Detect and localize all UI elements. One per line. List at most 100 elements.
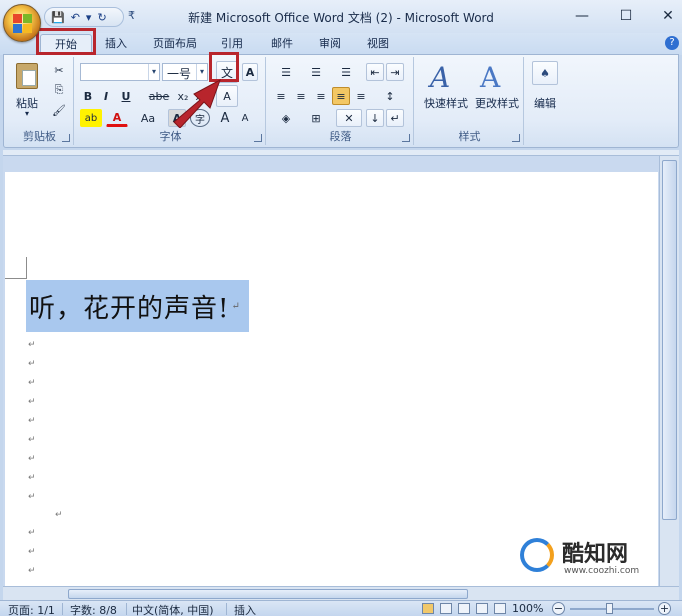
numbering-button[interactable]: ☰ xyxy=(302,63,330,81)
line-spacing-button[interactable]: ↕ xyxy=(376,87,404,105)
document-text: 听，花开的声音! xyxy=(29,293,230,324)
sort-button[interactable]: ↓ xyxy=(366,109,384,127)
page-count[interactable]: 页面: 1/1 xyxy=(8,602,55,616)
styles-group-label: 样式 xyxy=(458,130,481,143)
paragraph-mark: ↵ xyxy=(28,547,36,557)
quick-styles-icon[interactable]: A xyxy=(430,61,450,94)
paste-dropdown-icon[interactable]: ▾ xyxy=(10,109,44,118)
zoom-level[interactable]: 100% xyxy=(512,602,543,615)
paragraph-mark: ↵ xyxy=(28,492,36,502)
bold-button[interactable]: B xyxy=(80,87,96,105)
document-area: 听，花开的声音! ↵ ↵ ↵ ↵ ↵ ↵ ↵ ↵ ↵ ↵ ↵ ↵ ↵ ↵ xyxy=(3,150,679,586)
editing-label[interactable]: 编辑 xyxy=(528,95,562,111)
help-icon[interactable]: ? xyxy=(665,36,679,50)
print-layout-icon[interactable] xyxy=(422,603,434,614)
cut-icon[interactable]: ✂ xyxy=(50,61,68,79)
undo-icon[interactable]: ↶ xyxy=(71,11,80,24)
decrease-indent-button[interactable]: ⇤ xyxy=(366,63,384,81)
tab-review[interactable]: 审阅 xyxy=(314,34,346,55)
paragraph-mark: ↵ xyxy=(28,473,36,483)
document-page[interactable]: 听，花开的声音! ↵ ↵ ↵ ↵ ↵ ↵ ↵ ↵ ↵ ↵ ↵ ↵ ↵ ↵ xyxy=(5,172,658,586)
chinese-layout-button[interactable]: ✕ xyxy=(336,109,362,127)
strikethrough-button[interactable]: abe xyxy=(146,87,172,105)
underline-button[interactable]: U xyxy=(116,87,136,105)
paragraph-mark: ↵ xyxy=(28,435,36,445)
paragraph-launcher-icon[interactable] xyxy=(402,134,410,142)
zoom-in-button[interactable]: + xyxy=(658,602,671,615)
tab-page-layout[interactable]: 页面布局 xyxy=(148,34,202,55)
font-launcher-icon[interactable] xyxy=(254,134,262,142)
paragraph-mark: ↵ xyxy=(28,454,36,464)
vertical-scroll-thumb[interactable] xyxy=(662,160,677,520)
shrink-font-button[interactable]: A xyxy=(236,109,254,127)
bullets-button[interactable]: ☰ xyxy=(272,63,300,81)
highlight-button[interactable]: ab xyxy=(80,109,102,127)
selected-text-line[interactable]: 听，花开的声音! ↵ xyxy=(26,280,249,332)
font-name-dropdown-icon[interactable]: ▾ xyxy=(148,64,159,80)
shading-button[interactable]: ◈ xyxy=(272,109,300,127)
align-left-button[interactable]: ≡ xyxy=(272,87,290,105)
full-screen-reading-icon[interactable] xyxy=(440,603,452,614)
office-logo-icon xyxy=(13,14,33,34)
watermark-url: www.coozhi.com xyxy=(564,566,640,576)
minimize-button[interactable]: — xyxy=(570,6,594,26)
maximize-button[interactable]: ☐ xyxy=(614,6,638,26)
zoom-out-button[interactable]: − xyxy=(552,602,565,615)
tab-insert[interactable]: 插入 xyxy=(100,34,132,55)
justify-button[interactable]: ≡ xyxy=(332,87,350,105)
office-button[interactable] xyxy=(3,4,41,42)
quick-styles-label[interactable]: 快速样式 xyxy=(418,95,474,111)
customize-qat-icon[interactable]: ₹ xyxy=(128,9,135,22)
tab-view[interactable]: 视图 xyxy=(362,34,394,55)
status-bar: 页面: 1/1 字数: 8/8 中文(简体, 中国) 插入 100% − + xyxy=(0,600,682,616)
styles-launcher-icon[interactable] xyxy=(512,134,520,142)
borders-button[interactable]: ⊞ xyxy=(302,109,330,127)
format-painter-icon[interactable]: 🖌 xyxy=(50,101,68,119)
clipboard-launcher-icon[interactable] xyxy=(62,134,70,142)
vertical-scrollbar[interactable] xyxy=(659,156,679,586)
undo-dropdown-icon[interactable]: ▾ xyxy=(86,11,92,24)
styles-group: A 快速样式 A 更改样式 样式 xyxy=(416,57,524,145)
horizontal-scroll-thumb[interactable] xyxy=(68,589,468,599)
save-icon[interactable]: 💾 xyxy=(51,11,65,24)
font-name-combo[interactable]: ▾ xyxy=(80,63,160,81)
copy-icon[interactable]: ⎘ xyxy=(50,81,68,99)
zoom-slider-thumb[interactable] xyxy=(606,603,613,614)
ribbon: 粘贴 ▾ ✂ ⎘ 🖌 剪贴板 ▾ 一号 ▾ 文 A B I U abe x₂ x… xyxy=(3,54,679,148)
web-layout-icon[interactable] xyxy=(458,603,470,614)
outline-view-icon[interactable] xyxy=(476,603,488,614)
font-group-label: 字体 xyxy=(159,130,182,143)
paragraph-mark: ↵ xyxy=(28,397,36,407)
horizontal-scrollbar[interactable] xyxy=(3,586,679,600)
close-button[interactable]: ✕ xyxy=(656,6,680,26)
italic-button[interactable]: I xyxy=(98,87,114,105)
change-styles-icon[interactable]: A xyxy=(480,61,500,94)
character-border-button[interactable]: A xyxy=(242,63,258,81)
change-case-button[interactable]: Aa xyxy=(136,109,160,127)
align-right-button[interactable]: ≡ xyxy=(312,87,330,105)
watermark-logo: 酷知网 www.coozhi.com xyxy=(508,530,678,584)
language-indicator[interactable]: 中文(简体, 中国) xyxy=(132,602,214,616)
paragraph-mark: ↵ xyxy=(28,528,36,538)
show-marks-button[interactable]: ↵ xyxy=(386,109,404,127)
watermark-logo-icon xyxy=(520,538,554,572)
status-separator xyxy=(62,603,63,615)
ribbon-tabs: 开始 插入 页面布局 引用 邮件 审阅 视图 ? xyxy=(0,33,682,55)
increase-indent-button[interactable]: ⇥ xyxy=(386,63,404,81)
word-count[interactable]: 字数: 8/8 xyxy=(70,602,117,616)
redo-icon[interactable]: ↻ xyxy=(97,11,106,24)
distributed-button[interactable]: ≡ xyxy=(352,87,370,105)
font-color-button[interactable]: A xyxy=(106,109,128,127)
ruler xyxy=(3,150,679,156)
paragraph-mark: ↵ xyxy=(28,359,36,369)
draft-view-icon[interactable] xyxy=(494,603,506,614)
align-center-button[interactable]: ≡ xyxy=(292,87,310,105)
find-icon[interactable]: ♠ xyxy=(532,61,558,85)
tab-mailings[interactable]: 邮件 xyxy=(266,34,298,55)
multilevel-list-button[interactable]: ☰ xyxy=(332,63,360,81)
paste-icon[interactable] xyxy=(16,63,38,89)
pointer-arrow-icon xyxy=(173,78,221,128)
status-separator xyxy=(126,603,127,615)
insert-mode[interactable]: 插入 xyxy=(234,602,256,616)
change-styles-label[interactable]: 更改样式 xyxy=(470,95,524,111)
